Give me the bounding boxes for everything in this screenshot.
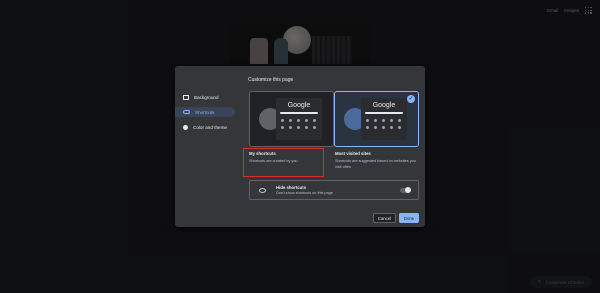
most-visited-preview-card[interactable]: Google ✓ <box>334 91 419 147</box>
option-description: Shortcuts are suggested based on website… <box>335 159 416 169</box>
option-title: Most visited sites <box>335 151 371 156</box>
mini-search-bar <box>280 112 318 114</box>
most-visited-option[interactable]: Most visited sites Shortcuts are suggest… <box>335 151 419 170</box>
dialog-title: Customize this page <box>248 77 294 83</box>
hide-shortcuts-toggle[interactable] <box>400 187 411 194</box>
sidebar-item-background[interactable]: Background <box>175 92 237 102</box>
hide-shortcuts-row: Hide shortcuts Don't show shortcuts on t… <box>249 180 419 200</box>
cancel-button[interactable]: Cancel <box>373 213 396 223</box>
mini-ntp-preview: Google <box>276 98 322 140</box>
image-icon <box>183 94 189 100</box>
sidebar-item-label: Shortcuts <box>195 109 215 115</box>
mini-shortcut-dots <box>366 119 401 129</box>
sidebar-item-label: Color and theme <box>193 124 227 130</box>
toggle-knob <box>405 187 411 194</box>
palette-icon <box>183 124 188 130</box>
eye-off-icon <box>259 188 266 193</box>
hide-shortcuts-description: Don't show shortcuts on this page <box>276 191 333 195</box>
sidebar-item-shortcuts[interactable]: Shortcuts <box>175 107 235 117</box>
sidebar-item-color-and-theme[interactable]: Color and theme <box>175 122 237 132</box>
mini-search-bar <box>365 112 403 114</box>
mini-ntp-preview: Google <box>361 98 407 140</box>
selected-check-icon: ✓ <box>407 95 415 103</box>
customize-dialog: Customize this page Background Shortcuts… <box>175 66 425 227</box>
link-icon <box>183 110 190 114</box>
mini-google-logo: Google <box>287 102 311 109</box>
done-button[interactable]: Done <box>399 213 419 223</box>
hide-shortcuts-title: Hide shortcuts <box>276 185 307 190</box>
my-shortcuts-preview-card[interactable]: Google <box>249 91 334 147</box>
mini-shortcut-dots <box>281 119 316 129</box>
highlight-box <box>243 148 324 177</box>
mini-google-logo: Google <box>372 102 396 109</box>
dialog-sidebar: Background Shortcuts Color and theme <box>175 92 237 137</box>
sidebar-item-label: Background <box>194 94 219 100</box>
